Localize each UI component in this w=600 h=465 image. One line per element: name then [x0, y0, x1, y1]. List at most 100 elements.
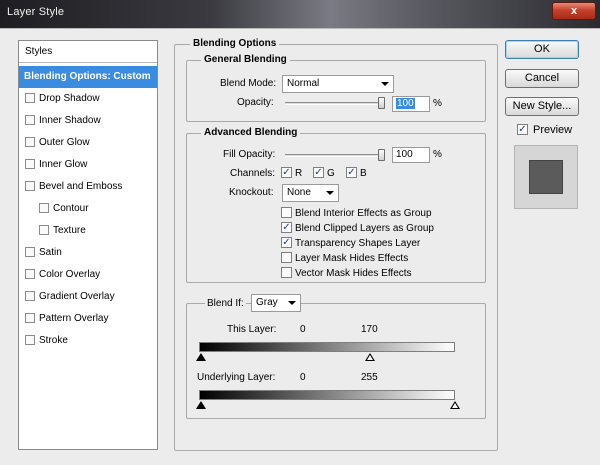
chevron-down-icon [288, 301, 296, 305]
blend-if-value: Gray [256, 297, 278, 308]
knockout-value: None [287, 187, 311, 198]
style-item-label: Inner Glow [39, 159, 88, 170]
underlying-white-slider[interactable] [450, 401, 460, 409]
transparency-shapes-checkbox[interactable]: ✓ [281, 237, 292, 248]
style-item-label: Drop Shadow [39, 93, 100, 104]
style-item-contour[interactable]: Contour [19, 198, 157, 220]
style-item-stroke[interactable]: Stroke [19, 330, 157, 352]
stroke-checkbox[interactable] [25, 335, 35, 345]
contour-checkbox[interactable] [39, 203, 49, 213]
blend-mode-select[interactable]: Normal [282, 75, 394, 93]
style-item-label: Satin [39, 247, 62, 258]
ok-button[interactable]: OK [505, 40, 579, 59]
blend-clipped-checkbox[interactable]: ✓ [281, 222, 292, 233]
blend-interior-checkbox[interactable] [281, 207, 292, 218]
style-item-color-overlay[interactable]: Color Overlay [19, 264, 157, 286]
underlying-layer-gradient [199, 390, 455, 400]
channel-g-checkbox[interactable]: ✓ [313, 167, 324, 178]
style-item-satin[interactable]: Satin [19, 242, 157, 264]
opacity-slider-track[interactable] [285, 102, 385, 105]
general-blending-title: General Blending [201, 54, 290, 66]
style-item-label: Bevel and Emboss [39, 181, 123, 192]
color-overlay-checkbox[interactable] [25, 269, 35, 279]
texture-checkbox[interactable] [39, 225, 49, 235]
channel-r-label: R [295, 168, 303, 179]
fill-opacity-slider-thumb[interactable] [378, 149, 385, 161]
style-item-label: Outer Glow [39, 137, 90, 148]
cancel-button[interactable]: Cancel [505, 69, 579, 88]
opacity-slider-thumb[interactable] [378, 97, 385, 109]
drop-shadow-checkbox[interactable] [25, 93, 35, 103]
blend-if-group [186, 303, 486, 419]
style-item-label: Stroke [39, 335, 68, 346]
style-item-label: Pattern Overlay [39, 313, 109, 324]
underlying-layer-label: Underlying Layer: [197, 372, 276, 383]
this-layer-black-slider[interactable] [196, 353, 206, 361]
blending-options-title: Blending Options [190, 38, 280, 50]
gradient-overlay-checkbox[interactable] [25, 291, 35, 301]
style-item-outer-glow[interactable]: Outer Glow [19, 132, 157, 154]
style-item-label: Gradient Overlay [39, 291, 115, 302]
fill-opacity-unit: % [433, 149, 442, 160]
preview-thumbnail [514, 145, 578, 209]
blend-mode-value: Normal [287, 78, 320, 89]
preview-label: Preview [533, 124, 573, 136]
this-layer-high-value: 170 [361, 324, 378, 335]
this-layer-white-slider[interactable] [365, 353, 375, 361]
style-item-pattern-overlay[interactable]: Pattern Overlay [19, 308, 157, 330]
outer-glow-checkbox[interactable] [25, 137, 35, 147]
styles-list: Styles Blending Options: Custom Drop Sha… [18, 40, 158, 450]
blend-if-label: Blend If: [205, 298, 246, 310]
style-item-bevel-emboss[interactable]: Bevel and Emboss [19, 176, 157, 198]
blend-if-select[interactable]: Gray [251, 294, 301, 312]
style-item-label: Texture [53, 225, 86, 236]
inner-shadow-checkbox[interactable] [25, 115, 35, 125]
vector-mask-hides-checkbox[interactable] [281, 267, 292, 278]
opacity-label: Opacity: [237, 97, 274, 108]
opacity-unit: % [433, 98, 442, 109]
this-layer-low-value: 0 [300, 324, 306, 335]
knockout-label: Knockout: [229, 187, 274, 198]
underlying-black-slider[interactable] [196, 401, 206, 409]
title-bar: Layer Style x [0, 0, 600, 28]
this-layer-label: This Layer: [227, 324, 277, 335]
style-item-gradient-overlay[interactable]: Gradient Overlay [19, 286, 157, 308]
fill-opacity-input[interactable]: 100 [392, 147, 430, 163]
blend-clipped-label: Blend Clipped Layers as Group [295, 223, 434, 234]
advanced-blending-title: Advanced Blending [201, 127, 301, 139]
underlying-low-value: 0 [300, 372, 306, 383]
style-item-label: Color Overlay [39, 269, 101, 280]
style-item-label: Blending Options: Custom [24, 71, 151, 82]
bevel-emboss-checkbox[interactable] [25, 181, 35, 191]
preview-swatch [529, 160, 563, 194]
chevron-down-icon [326, 191, 334, 195]
vector-mask-hides-label: Vector Mask Hides Effects [295, 268, 412, 279]
inner-glow-checkbox[interactable] [25, 159, 35, 169]
close-button[interactable]: x [552, 2, 596, 20]
channel-r-checkbox[interactable]: ✓ [281, 167, 292, 178]
channels-label: Channels: [230, 168, 276, 179]
channel-g-label: G [327, 168, 335, 179]
opacity-input[interactable]: 100 [392, 96, 430, 112]
styles-header[interactable]: Styles [19, 41, 157, 63]
pattern-overlay-checkbox[interactable] [25, 313, 35, 323]
layer-mask-hides-checkbox[interactable] [281, 252, 292, 263]
opacity-value: 100 [396, 98, 415, 109]
style-item-inner-shadow[interactable]: Inner Shadow [19, 110, 157, 132]
fill-opacity-label: Fill Opacity: [223, 149, 276, 160]
satin-checkbox[interactable] [25, 247, 35, 257]
style-item-blending-options[interactable]: Blending Options: Custom [19, 66, 157, 88]
style-item-label: Contour [53, 203, 89, 214]
knockout-select[interactable]: None [282, 184, 339, 202]
style-item-inner-glow[interactable]: Inner Glow [19, 154, 157, 176]
preview-checkbox[interactable]: ✓ [517, 124, 528, 135]
fill-opacity-value: 100 [396, 149, 413, 160]
blend-interior-label: Blend Interior Effects as Group [295, 208, 432, 219]
channel-b-checkbox[interactable]: ✓ [346, 167, 357, 178]
channel-b-label: B [360, 168, 367, 179]
transparency-shapes-label: Transparency Shapes Layer [295, 238, 421, 249]
fill-opacity-slider-track[interactable] [285, 154, 385, 157]
style-item-drop-shadow[interactable]: Drop Shadow [19, 88, 157, 110]
style-item-texture[interactable]: Texture [19, 220, 157, 242]
new-style-button[interactable]: New Style... [505, 97, 579, 116]
